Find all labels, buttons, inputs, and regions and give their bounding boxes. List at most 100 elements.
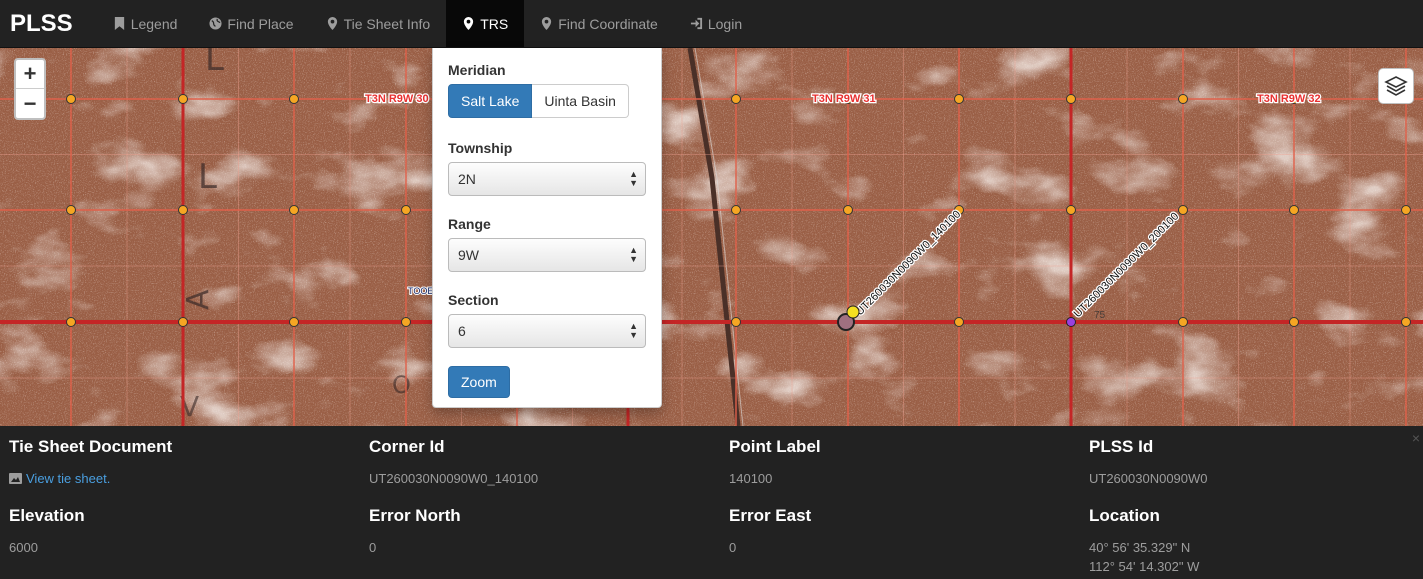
terrain-grain (0, 48, 1423, 426)
error-north-value: 0 (369, 540, 377, 555)
topo-letter-l1: L (205, 48, 224, 79)
nav-legend-label: Legend (130, 15, 178, 32)
meridian-label: Meridian (448, 62, 506, 78)
nav-trs-label: TRS (480, 15, 509, 32)
corner-point[interactable] (1066, 94, 1076, 104)
township-select-value: 2N (458, 171, 476, 187)
corner-point[interactable] (401, 317, 411, 327)
corner-point[interactable] (1066, 205, 1076, 215)
map-marker-icon (464, 17, 474, 30)
corner-point[interactable] (1401, 205, 1411, 215)
layers-icon (1384, 76, 1408, 96)
nav-tie-sheet-info[interactable]: Tie Sheet Info (310, 0, 447, 47)
township-label-31: T3N R9W 31 (812, 93, 876, 105)
login-icon (690, 17, 702, 30)
corner-point[interactable] (1178, 94, 1188, 104)
elevation-number-label: 75 (1094, 310, 1106, 321)
select-arrows-icon: ▲ ▼ (629, 245, 638, 264)
tie-sheet-title: Tie Sheet Document (9, 437, 173, 456)
map-canvas[interactable]: L L A V O T3N R9W 30 T3N R9W 31 T3N R9W … (0, 48, 1423, 426)
corner-point[interactable] (178, 94, 188, 104)
corner-point[interactable] (731, 317, 741, 327)
location-latitude: 40° 56' 35.329" N (1089, 540, 1191, 555)
map-marker-icon (327, 17, 337, 30)
section-label: Section (448, 292, 499, 308)
error-east-title: Error East (729, 506, 812, 525)
brand-logo[interactable]: PLSS (0, 0, 83, 47)
elevation-value: 6000 (9, 540, 38, 555)
corner-point[interactable] (731, 205, 741, 215)
corner-point[interactable] (954, 317, 964, 327)
navbar: PLSS Legend Find Place Tie Sheet Info TR… (0, 0, 1423, 48)
corner-point[interactable] (66, 205, 76, 215)
location-title: Location (1089, 506, 1160, 525)
location-cell: Location 40° 56' 35.329" N 112° 54' 14.3… (1089, 506, 1423, 576)
nav-find-place-label: Find Place (227, 15, 294, 32)
elevation-cell: Elevation 6000 (9, 506, 349, 557)
elevation-title: Elevation (9, 506, 85, 525)
corner-point[interactable] (1289, 205, 1299, 215)
corner-id-value: UT260030N0090W0_140100 (369, 471, 539, 486)
bookmark-icon (114, 17, 124, 30)
view-tie-sheet-link[interactable]: View tie sheet. (9, 469, 349, 488)
nav-legend[interactable]: Legend (97, 0, 194, 47)
township-select[interactable]: 2N ▲ ▼ (448, 162, 646, 196)
corner-point[interactable] (66, 317, 76, 327)
section-select[interactable]: 6 ▲ ▼ (448, 314, 646, 348)
point-label-title: Point Label (729, 437, 821, 456)
nav-find-coordinate-label: Find Coordinate (558, 15, 658, 32)
point-label-cell: Point Label 140100 (729, 437, 1069, 488)
corner-point[interactable] (731, 94, 741, 104)
error-north-title: Error North (369, 506, 461, 525)
point-label-value: 140100 (729, 471, 773, 486)
township-label-30: T3N R9W 30 (365, 93, 429, 105)
map-view[interactable]: L L A V O T3N R9W 30 T3N R9W 31 T3N R9W … (0, 48, 1423, 426)
corner-id-cell: Corner Id UT260030N0090W0_140100 (369, 437, 709, 488)
corner-point[interactable] (178, 205, 188, 215)
highlight-corner-dot[interactable] (846, 305, 860, 319)
township-label: Township (448, 140, 513, 156)
location-value: 40° 56' 35.329" N 112° 54' 14.302" W (1089, 538, 1423, 576)
topo-letter-a: A (181, 289, 216, 310)
zoom-in-button[interactable]: + (16, 60, 44, 89)
select-arrows-icon: ▲ ▼ (629, 169, 638, 188)
layers-button[interactable] (1378, 68, 1414, 104)
corner-point[interactable] (289, 317, 299, 327)
trs-panel: Meridian Salt Lake Uinta Basin Township … (432, 48, 662, 408)
place-label: TOOE (408, 286, 433, 296)
corner-point[interactable] (954, 94, 964, 104)
corner-point[interactable] (1289, 317, 1299, 327)
corner-point[interactable] (843, 205, 853, 215)
trs-zoom-button[interactable]: Zoom (448, 366, 510, 398)
corner-point[interactable] (1401, 317, 1411, 327)
corner-point[interactable] (1178, 205, 1188, 215)
view-tie-sheet-text: View tie sheet. (26, 471, 111, 486)
nav-login[interactable]: Login (674, 0, 758, 47)
range-select-value: 9W (458, 247, 479, 263)
select-arrows-icon: ▲ ▼ (629, 321, 638, 340)
corner-point[interactable] (66, 94, 76, 104)
plss-id-cell: PLSS Id UT260030N0090W0 (1089, 437, 1423, 488)
nav-trs[interactable]: TRS (446, 0, 525, 47)
nav-find-place[interactable]: Find Place (193, 0, 309, 47)
corner-point[interactable] (1178, 317, 1188, 327)
nav-find-coordinate[interactable]: Find Coordinate (524, 0, 674, 47)
map-marker-icon (542, 17, 552, 30)
error-north-cell: Error North 0 (369, 506, 709, 557)
meridian-uinta-basin-button[interactable]: Uinta Basin (532, 84, 629, 118)
nav-login-label: Login (707, 15, 743, 32)
corner-point[interactable] (289, 205, 299, 215)
error-east-value: 0 (729, 540, 737, 555)
plss-id-title: PLSS Id (1089, 437, 1154, 456)
zoom-out-button[interactable]: − (16, 89, 44, 118)
tie-sheet-cell: Tie Sheet Document View tie sheet. (9, 437, 349, 488)
range-select[interactable]: 9W ▲ ▼ (448, 238, 646, 272)
error-east-cell: Error East 0 (729, 506, 1069, 557)
corner-point[interactable] (178, 317, 188, 327)
corner-point[interactable] (289, 94, 299, 104)
corner-point[interactable] (401, 205, 411, 215)
meridian-toggle: Salt Lake Uinta Basin (448, 84, 646, 118)
purple-corner-dot[interactable] (1066, 317, 1076, 327)
meridian-salt-lake-button[interactable]: Salt Lake (448, 84, 533, 118)
township-label-32: T3N R9W 32 (1257, 93, 1321, 105)
